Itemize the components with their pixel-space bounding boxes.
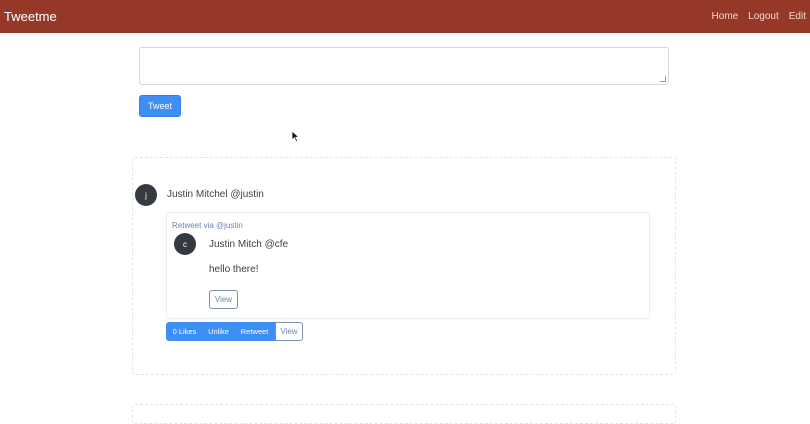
top-navbar: Tweetme Home Logout Edit (0, 0, 810, 33)
retweet-content: hello there! (209, 264, 259, 275)
retweet-via-label: Retweet via @justin (172, 221, 243, 230)
nav-edit-link[interactable]: Edit (789, 11, 806, 22)
brand-link[interactable]: Tweetme (4, 9, 57, 24)
avatar: j (135, 184, 157, 206)
nav-links: Home Logout Edit (711, 11, 806, 22)
tweet-action-buttons: 0 Likes Unlike Retweet View (166, 322, 303, 341)
nav-logout-link[interactable]: Logout (748, 11, 779, 22)
tweet-card (132, 404, 676, 424)
tweet-compose-textarea[interactable] (139, 47, 669, 85)
mouse-cursor-icon (291, 130, 301, 143)
retweet-button[interactable]: Retweet (234, 322, 275, 341)
tweet-submit-button[interactable]: Tweet (139, 95, 181, 117)
tweet-author: Justin Mitchel @justin (167, 189, 264, 200)
unlike-button[interactable]: Unlike (203, 322, 234, 341)
likes-button[interactable]: 0 Likes (166, 322, 203, 341)
view-button[interactable]: View (275, 322, 303, 341)
avatar: c (174, 233, 196, 255)
retweet-view-button[interactable]: View (209, 290, 238, 309)
resize-grip-icon[interactable] (660, 76, 666, 82)
nav-home-link[interactable]: Home (711, 11, 738, 22)
retweet-author: Justin Mitch @cfe (209, 239, 289, 250)
